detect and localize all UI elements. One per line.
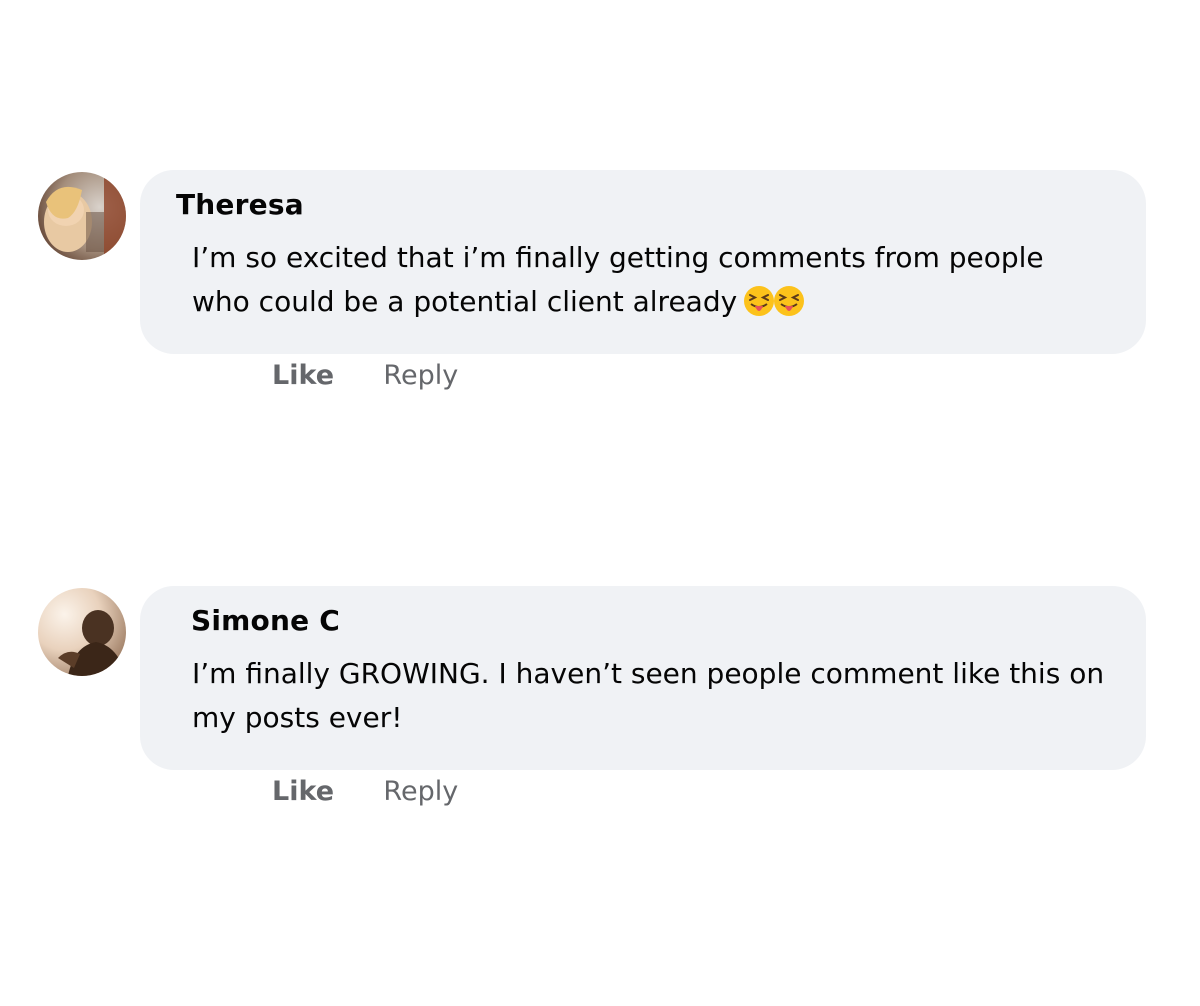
comment-text: I’m so excited that i’m finally getting … (192, 236, 1132, 330)
like-button[interactable]: Like (272, 360, 334, 391)
comment-text-fragment: who could be a potential client already (192, 285, 738, 318)
comment-bubble: Theresa I’m so excited that i’m finally … (140, 170, 1146, 354)
avatar-photo (38, 588, 126, 676)
reply-button[interactable]: Reply (383, 360, 458, 391)
squinting-face-with-tongue-icon (774, 286, 805, 316)
comment-author[interactable]: Theresa (176, 188, 304, 221)
comment-text-line: my posts ever! (192, 701, 403, 734)
avatar[interactable] (38, 172, 126, 260)
comment-text-line: I’m finally GROWING. I haven’t seen peop… (192, 657, 1105, 690)
comment-author[interactable]: Simone C (191, 604, 340, 637)
squinting-face-with-tongue-icon (744, 286, 775, 316)
comment-text-line: who could be a potential client already (192, 280, 1132, 330)
comment-actions: Like Reply (272, 360, 458, 391)
emoji-group (743, 285, 805, 330)
comment-actions: Like Reply (272, 776, 458, 807)
avatar-photo (38, 172, 126, 260)
comment-bubble: Simone C I’m finally GROWING. I haven’t … (140, 586, 1146, 770)
avatar[interactable] (38, 588, 126, 676)
like-button[interactable]: Like (272, 776, 334, 807)
comment-text: I’m finally GROWING. I haven’t seen peop… (192, 652, 1132, 740)
reply-button[interactable]: Reply (383, 776, 458, 807)
comment-text-line: I’m so excited that i’m finally getting … (192, 241, 1044, 274)
